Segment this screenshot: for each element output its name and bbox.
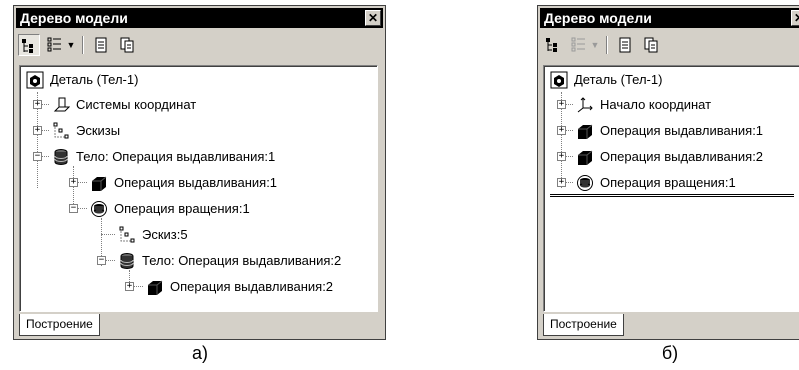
- panel-title-text: Дерево модели: [544, 10, 652, 26]
- expand-toggle[interactable]: +: [557, 152, 566, 161]
- copy-icon: [120, 37, 134, 53]
- expand-toggle[interactable]: +: [33, 100, 42, 109]
- rotation-icon: [91, 201, 107, 217]
- tree-list-icon: [47, 37, 61, 52]
- collapse-toggle[interactable]: −: [33, 152, 42, 161]
- part-icon: [550, 71, 568, 89]
- tree-node-label: Операция выдавливания:2: [600, 149, 764, 164]
- model-tree-view[interactable]: + + + + Деталь (Тел-1) Начало координат …: [543, 65, 799, 312]
- tree-node-label: Операция вращения:1: [114, 201, 250, 216]
- sketch-icon: [53, 122, 69, 139]
- expand-toggle[interactable]: +: [33, 126, 42, 135]
- toolbar: ▼: [18, 31, 381, 61]
- panel-title-text: Дерево модели: [20, 10, 128, 26]
- page-icon: [619, 37, 631, 53]
- tree-list-button[interactable]: [568, 34, 590, 56]
- tree-node-label: Деталь (Тел-1): [50, 72, 139, 87]
- close-button[interactable]: ✕: [791, 10, 799, 26]
- extrusion-icon: [148, 280, 163, 295]
- tree-node-label: Операция выдавливания:1: [114, 175, 278, 190]
- figure-caption-a: а): [191, 343, 208, 363]
- model-tree-view[interactable]: + + − + − − + Деталь (Тел-1) Системы коо…: [19, 65, 378, 312]
- expand-toggle[interactable]: +: [69, 178, 78, 187]
- insertion-marker: [550, 194, 794, 197]
- model-tree-panel-a: Дерево модели ✕ ▼ + + − + − − + Деталь (…: [13, 5, 386, 340]
- tree-node-label: Операция выдавливания:2: [170, 279, 334, 294]
- tree-node-label: Начало координат: [600, 97, 712, 112]
- tree-node-label: Системы координат: [76, 97, 197, 112]
- rotation-icon: [577, 175, 593, 191]
- tree-structure-icon: [546, 38, 557, 52]
- tree-list-icon: [571, 37, 585, 52]
- toolbar-separator: [606, 36, 608, 54]
- extrusion-icon: [578, 124, 593, 139]
- tree-node-label: Эскизы: [76, 123, 121, 138]
- page-button[interactable]: [90, 34, 112, 56]
- panel-title: Дерево модели ✕: [16, 8, 383, 28]
- tree-structure-button[interactable]: [542, 34, 564, 56]
- tree-node-label: Операция вращения:1: [600, 175, 736, 190]
- coordinate-plane-icon: [53, 97, 70, 112]
- tree-node-label: Тело: Операция выдавливания:1: [76, 149, 276, 164]
- tree-list-button[interactable]: [44, 34, 66, 56]
- panel-title: Дерево модели ✕: [540, 8, 799, 28]
- tree-node-label: Эскиз:5: [142, 227, 188, 242]
- collapse-toggle[interactable]: −: [97, 256, 106, 265]
- extrusion-icon: [578, 150, 593, 165]
- toolbar: ▼: [542, 31, 795, 61]
- copy-icon: [644, 37, 658, 53]
- toolbar-separator: [82, 36, 84, 54]
- collapse-toggle[interactable]: −: [69, 204, 78, 213]
- origin-axes-icon: [577, 97, 593, 113]
- copy-button[interactable]: [116, 34, 138, 56]
- chevron-down-icon[interactable]: ▼: [590, 34, 600, 56]
- tree-line: [101, 234, 115, 235]
- expand-toggle[interactable]: +: [557, 178, 566, 187]
- tree-node-label: Деталь (Тел-1): [574, 72, 663, 87]
- body-cylinder-icon: [120, 253, 134, 270]
- part-icon: [26, 71, 44, 89]
- page-icon: [95, 37, 107, 53]
- tab-construction[interactable]: Построение: [19, 314, 100, 336]
- tab-construction[interactable]: Построение: [543, 314, 624, 336]
- expand-toggle[interactable]: +: [557, 126, 566, 135]
- model-tree-panel-b: Дерево модели ✕ ▼: [537, 5, 799, 340]
- tree-structure-icon: [22, 39, 33, 53]
- expand-toggle[interactable]: +: [557, 100, 566, 109]
- chevron-down-icon[interactable]: ▼: [66, 34, 76, 56]
- body-cylinder-icon: [54, 149, 68, 166]
- close-button[interactable]: ✕: [365, 10, 381, 26]
- tree-structure-button[interactable]: [18, 34, 40, 56]
- expand-toggle[interactable]: +: [125, 282, 134, 291]
- tree-node-label: Операция выдавливания:1: [600, 123, 764, 138]
- figure-caption-b: б): [661, 343, 679, 363]
- copy-button[interactable]: [640, 34, 662, 56]
- tree-node-label: Тело: Операция выдавливания:2: [142, 253, 342, 268]
- sketch-icon: [119, 226, 135, 243]
- page-button[interactable]: [614, 34, 636, 56]
- extrusion-icon: [92, 176, 107, 191]
